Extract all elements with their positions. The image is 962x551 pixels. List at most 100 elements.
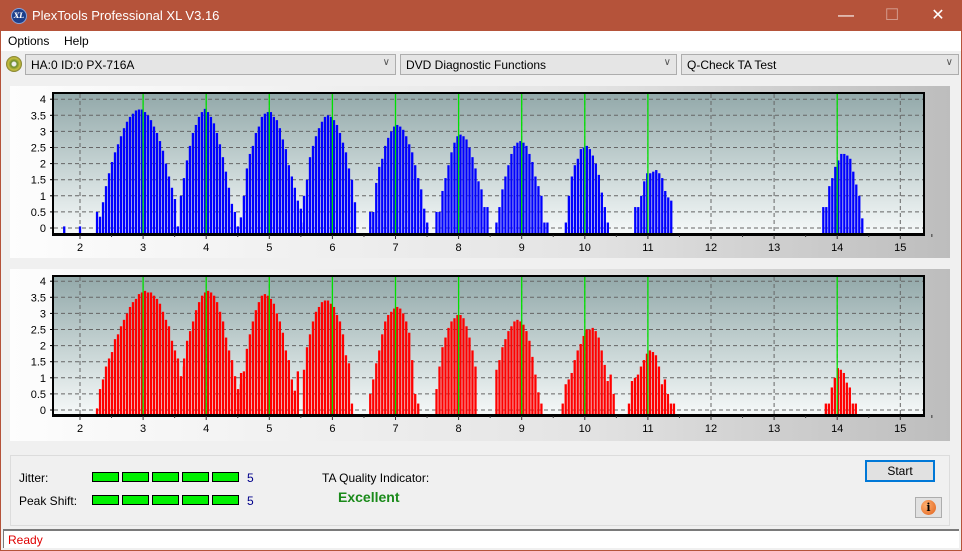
histogram-bar [402,129,405,234]
histogram-bar [372,211,375,234]
histogram-bar [98,216,102,234]
histogram-bar [579,149,583,234]
histogram-bar [634,207,637,234]
histogram-bar [143,112,147,234]
histogram-bar [347,168,351,234]
test-select[interactable]: Q-Check TA Test ∨ [681,54,959,75]
disc-drive-icon [6,56,22,72]
histogram-bar [486,207,489,234]
y-tick-label: 0 [40,223,46,235]
histogram-bar [606,222,609,234]
histogram-bar [275,120,279,234]
histogram-bar [606,381,609,415]
histogram-bar [408,144,411,234]
meter-segment [212,472,239,482]
histogram-bar [861,218,864,234]
x-tick-label: 15 [894,423,906,435]
function-select[interactable]: DVD Diagnostic Functions ∨ [400,54,677,75]
histogram-bar [501,189,504,234]
maximize-button[interactable]: ☐ [869,0,915,31]
histogram-bar [302,195,306,234]
histogram-bar [387,137,390,234]
histogram-bar [852,171,855,234]
histogram-bar [585,145,589,234]
histogram-bar [251,321,255,415]
histogram-bar [848,387,851,415]
histogram-bar [597,174,600,234]
menu-help[interactable]: Help [64,34,89,48]
histogram-bar [375,182,378,234]
histogram-bar [206,290,210,415]
histogram-bar [344,152,348,234]
histogram-bar [176,226,180,234]
histogram-bar [200,295,204,415]
histogram-bar [642,360,646,415]
histogram-bar [260,116,264,234]
histogram-bar [143,290,147,415]
histogram-bar [474,168,477,234]
histogram-bar [474,366,477,415]
histogram-bar [158,303,162,415]
histogram-bar [459,134,462,234]
x-tick-label: 4 [203,242,209,254]
histogram-bar [128,116,132,234]
histogram-bar [347,363,351,415]
histogram-bar [260,295,264,415]
histogram-bar [332,120,336,234]
histogram-bar [369,393,372,415]
x-tick-label: 11 [642,242,653,254]
histogram-bar [272,303,276,415]
close-button[interactable]: ✕ [915,0,961,31]
meter-segment [92,495,119,505]
meter-segment [122,472,149,482]
histogram-bar [570,176,574,234]
x-tick-label: 7 [392,242,398,254]
histogram-bar [637,207,640,234]
info-button[interactable]: i [915,497,942,518]
histogram-bar [630,381,634,415]
x-tick-label: 14 [831,242,843,254]
histogram-bar [426,222,429,234]
histogram-bar [405,136,408,234]
jitter-meter [92,472,239,482]
histogram-bar [254,133,258,234]
x-tick-label: 9 [519,242,525,254]
histogram-bar [396,306,399,415]
menu-options[interactable]: Options [8,34,49,48]
minimize-button[interactable]: — [823,0,869,31]
histogram-bar [402,313,405,415]
histogram-bar [173,199,177,234]
histogram-bar [830,387,833,415]
title-bar: XL PlexTools Professional XL V3.16 — ☐ ✕ [1,0,961,31]
histogram-bar [669,403,673,415]
histogram-bar [206,112,210,234]
histogram-bar [498,207,501,234]
histogram-bar [317,306,321,415]
histogram-bar [230,203,234,234]
histogram-bar [164,163,168,234]
y-tick-label: 1.5 [31,357,46,369]
meter-segment [92,472,119,482]
histogram-bar [338,321,342,415]
histogram-bar [257,302,261,415]
histogram-bar [579,343,582,415]
histogram-bar [158,141,162,234]
histogram-bar [510,153,513,234]
histogram-bar [293,390,297,415]
peak-shift-label: Peak Shift: [19,494,78,508]
drive-select[interactable]: HA:0 ID:0 PX-716A ∨ [25,54,396,75]
histogram-bar [411,152,414,234]
start-button[interactable]: Start [865,460,935,482]
histogram-bar [245,168,249,234]
histogram-bar [122,128,126,234]
histogram-bar [840,153,843,234]
x-tick-label: 7 [392,423,398,435]
histogram-bar [567,379,570,415]
x-tick-label: 10 [579,423,591,435]
histogram-bar [185,160,189,234]
histogram-bar [134,110,138,234]
histogram-bar [182,178,186,234]
histogram-bar [78,226,82,234]
x-tick-label: 12 [705,242,717,254]
histogram-bar [290,176,294,234]
